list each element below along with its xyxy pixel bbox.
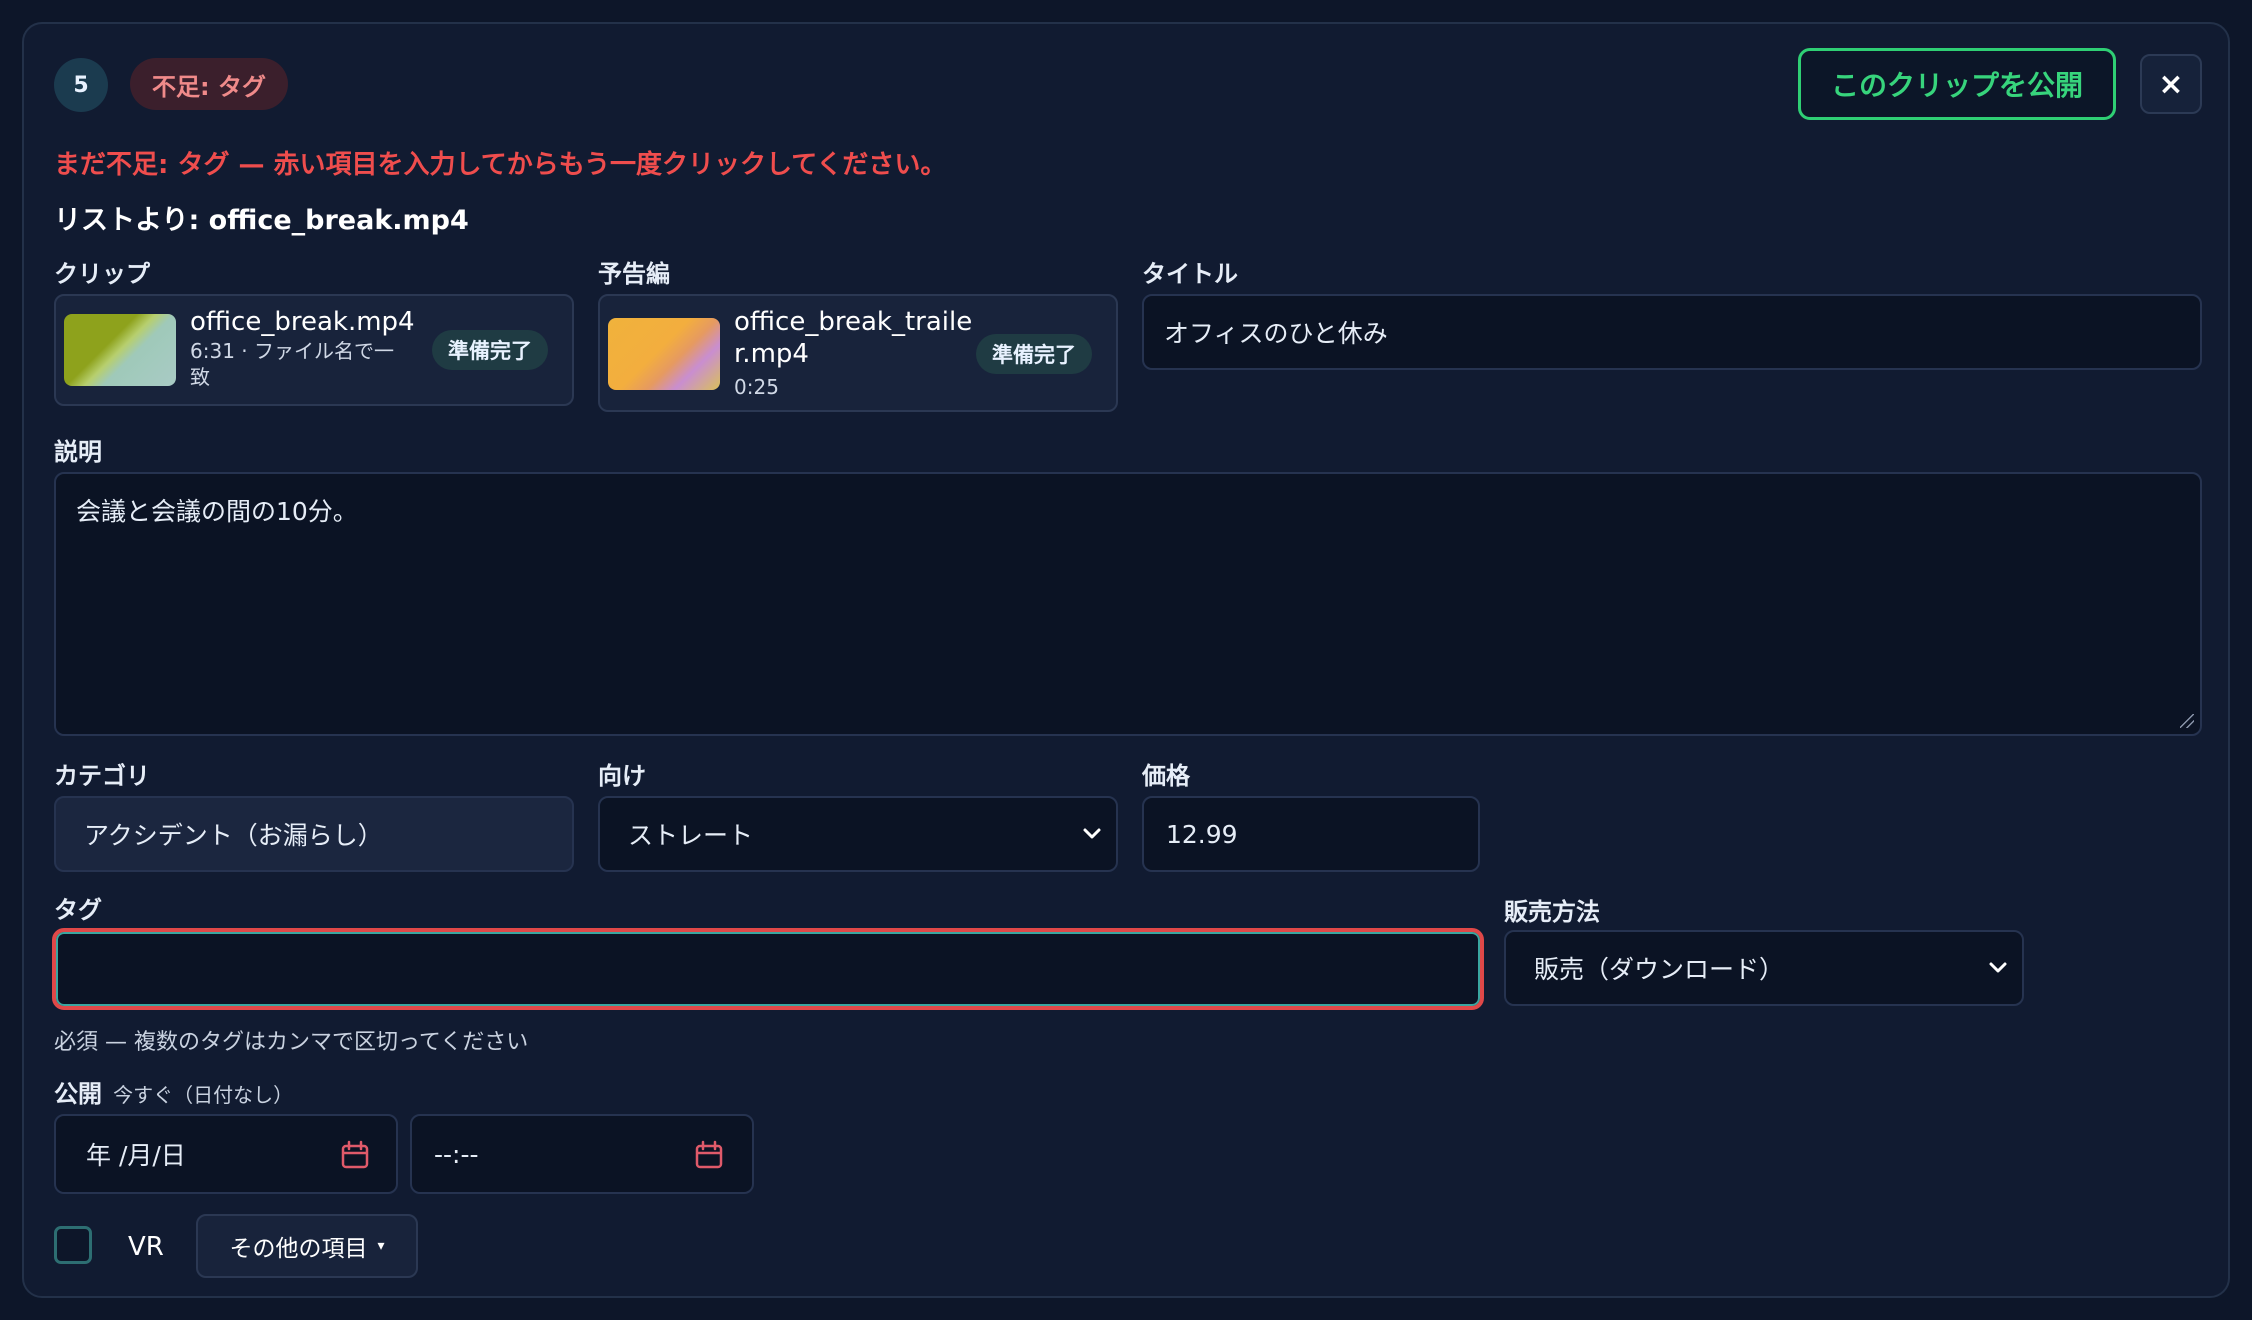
tags-input[interactable]	[52, 928, 1484, 1010]
clip-index-badge: 5	[54, 58, 108, 112]
sales-method-select[interactable]: 販売（ダウンロード）	[1504, 930, 2024, 1006]
from-list-filename: office_break.mp4	[208, 205, 469, 236]
price-input[interactable]: 12.99	[1142, 796, 1480, 872]
publish-time-input[interactable]: --:--	[410, 1114, 754, 1194]
trailer-filename-line1: office_break_traile	[734, 307, 973, 337]
price-label: 価格	[1142, 762, 1190, 790]
tags-hint: 必須 — 複数のタグはカンマで区切ってください	[54, 1030, 529, 1055]
publish-sub-label: 今すぐ（日付なし）	[113, 1083, 294, 1107]
description-textarea[interactable]: 会議と会議の間の10分。	[54, 472, 2202, 736]
clip-thumbnail	[64, 314, 176, 386]
clip-label: クリップ	[54, 260, 150, 288]
category-field[interactable]: アクシデント（お漏らし）	[54, 796, 574, 872]
title-input[interactable]: オフィスのひと休み	[1142, 294, 2202, 370]
description-text: 会議と会議の間の10分。	[76, 497, 358, 526]
trailer-file-card[interactable]: office_break_traile r.mp4 0:25 準備完了	[598, 294, 1118, 412]
chevron-down-icon	[1989, 962, 2007, 973]
trailer-thumbnail	[608, 318, 720, 390]
title-label: タイトル	[1142, 260, 1238, 288]
audience-select[interactable]: ストレート	[598, 796, 1118, 872]
clip-editor-card: 5 不足: タグ このクリップを公開 × まだ不足: タグ — 赤い項目を入力し…	[22, 22, 2230, 1298]
trailer-status-badge: 準備完了	[976, 334, 1092, 374]
category-label: カテゴリ	[54, 762, 150, 790]
more-fields-button[interactable]: その他の項目 ▾	[196, 1214, 418, 1278]
clip-filename: office_break.mp4	[190, 307, 415, 337]
vr-label: VR	[128, 1232, 164, 1262]
description-label: 説明	[54, 438, 102, 466]
chevron-down-icon	[1083, 828, 1101, 839]
missing-warning: まだ不足: タグ — 赤い項目を入力してからもう一度クリックしてください。	[54, 150, 947, 180]
from-list-prefix: リストより:	[54, 205, 209, 236]
missing-fields-badge: 不足: タグ	[130, 58, 288, 110]
resize-handle-icon[interactable]	[2180, 714, 2194, 728]
tags-label: タグ	[54, 896, 102, 924]
audience-label: 向け	[598, 762, 646, 790]
publish-clip-button[interactable]: このクリップを公開	[1798, 48, 2116, 120]
audience-value: ストレート	[628, 821, 754, 850]
close-button[interactable]: ×	[2140, 54, 2202, 114]
publish-label-row: 公開 今すぐ（日付なし）	[54, 1074, 293, 1109]
more-fields-label: その他の項目	[229, 1236, 368, 1262]
trailer-filename-line2: r.mp4	[734, 339, 809, 369]
publish-time-placeholder: --:--	[434, 1139, 479, 1169]
publish-date-placeholder: 年 /月/日	[86, 1141, 186, 1170]
close-icon: ×	[2158, 66, 2184, 102]
clip-file-card[interactable]: office_break.mp4 6:31 · ファイル名で一 致 準備完了	[54, 294, 574, 406]
from-list-source: リストより: office_break.mp4	[54, 198, 469, 237]
clip-status-badge: 準備完了	[432, 330, 548, 370]
calendar-icon[interactable]	[340, 1140, 370, 1170]
clip-meta-line2: 致	[190, 365, 210, 389]
vr-checkbox[interactable]	[54, 1226, 92, 1264]
trailer-label: 予告編	[598, 260, 670, 288]
sales-method-label: 販売方法	[1504, 898, 1600, 926]
publish-label: 公開	[54, 1080, 102, 1108]
calendar-icon[interactable]	[694, 1140, 724, 1170]
caret-down-icon: ▾	[377, 1238, 385, 1254]
sales-method-value: 販売（ダウンロード）	[1534, 955, 1785, 984]
clip-meta-line1: 6:31 · ファイル名で一	[190, 339, 394, 363]
trailer-duration: 0:25	[734, 375, 779, 399]
publish-date-input[interactable]: 年 /月/日	[54, 1114, 398, 1194]
